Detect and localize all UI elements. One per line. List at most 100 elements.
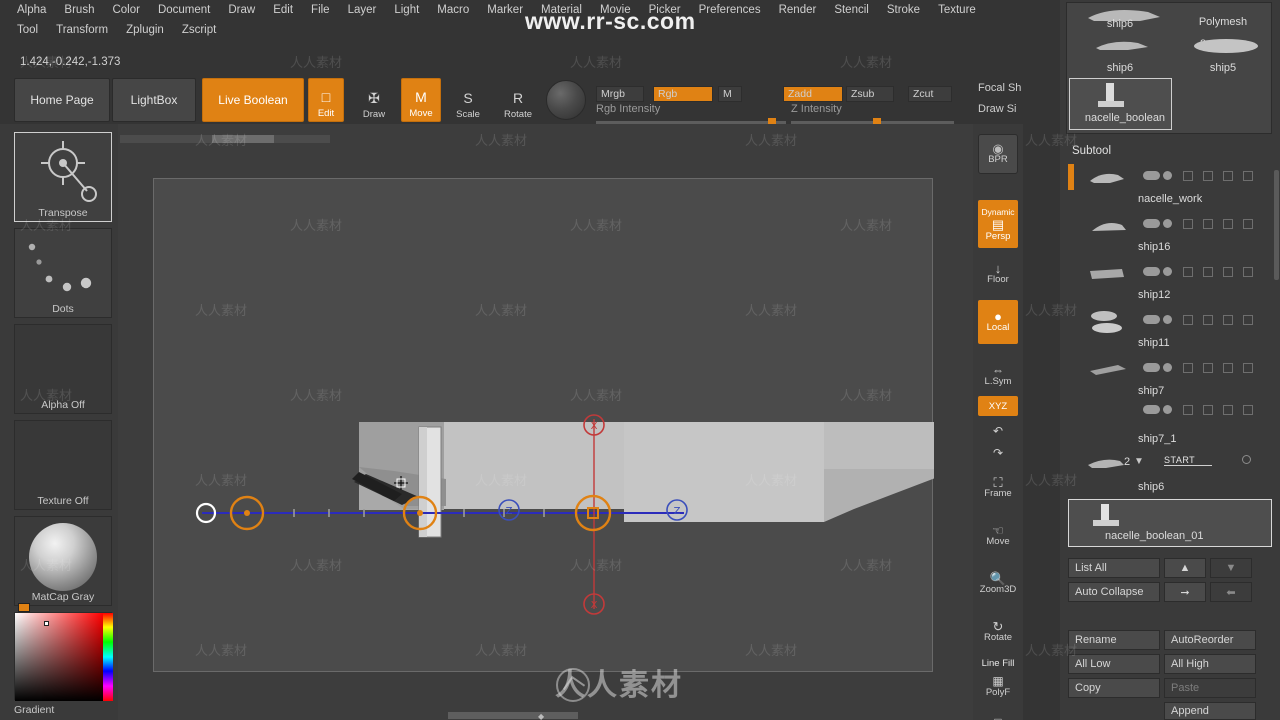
home-page-button[interactable]: Home Page — [14, 78, 110, 122]
subtool-option-a-icon[interactable] — [1183, 219, 1193, 229]
auto-reorder-button[interactable]: AutoReorder — [1164, 630, 1256, 650]
subtool-option-a-icon[interactable] — [1183, 405, 1193, 415]
stroke-slot[interactable]: Dots — [14, 228, 112, 318]
tool-slot-ship5[interactable] — [1173, 36, 1273, 64]
menu-item-preferences[interactable]: Preferences — [690, 2, 770, 18]
dynamic-persp-button[interactable]: Dynamic ▤ Persp — [978, 200, 1018, 248]
list-all-button[interactable]: List All — [1068, 558, 1160, 578]
lsym-button[interactable]: ⇔ L.Sym — [978, 356, 1018, 396]
zcut-button[interactable]: Zcut — [908, 86, 952, 102]
subtool-row-nacelle-work[interactable]: nacelle_work — [1068, 163, 1272, 211]
subtool-option-d-icon[interactable] — [1243, 405, 1253, 415]
menu-item-color[interactable]: Color — [103, 2, 148, 18]
subtool-row-nacelle-boolean-01[interactable]: nacelle_boolean_01 — [1068, 499, 1272, 547]
subtool-eye-toggle[interactable] — [1163, 405, 1172, 414]
menu-item-tool[interactable]: Tool — [8, 22, 47, 38]
subtool-option-c-icon[interactable] — [1223, 219, 1233, 229]
rename-button[interactable]: Rename — [1068, 630, 1160, 650]
subtool-option-c-icon[interactable] — [1223, 315, 1233, 325]
zsub-button[interactable]: Zsub — [846, 86, 894, 102]
subtool-chevron-down-icon[interactable]: ▼ — [1134, 456, 1144, 467]
transpose-brush-slot[interactable]: Transpose — [14, 132, 112, 222]
menu-item-file[interactable]: File — [302, 2, 339, 18]
subtool-visibility-toggle[interactable] — [1143, 219, 1160, 228]
subtool-row-ship7[interactable]: ship7 — [1068, 355, 1272, 403]
edit-button[interactable]: □ Edit — [308, 78, 344, 122]
rotate-view-button[interactable]: ↻ Rotate — [978, 612, 1018, 652]
subtool-row-ship7-1[interactable]: ship7_1 — [1068, 403, 1272, 451]
material-sphere-button[interactable] — [546, 80, 586, 120]
merge-right-button[interactable]: ➞ — [1164, 582, 1206, 602]
rotate-button[interactable]: R Rotate — [498, 78, 538, 122]
canvas-area[interactable]: Z Z X X — [118, 124, 973, 712]
menu-item-texture[interactable]: Texture — [929, 2, 985, 18]
menu-item-marker[interactable]: Marker — [478, 2, 532, 18]
frame-button[interactable]: ⛶ Frame — [978, 468, 1018, 508]
color-picker[interactable] — [14, 603, 113, 701]
move-view-button[interactable]: ☜ Move — [978, 516, 1018, 556]
move-button[interactable]: M Move — [401, 78, 441, 122]
subtool-eye-toggle[interactable] — [1163, 267, 1172, 276]
auto-collapse-button[interactable]: Auto Collapse — [1068, 582, 1160, 602]
all-high-button[interactable]: All High — [1164, 654, 1256, 674]
subtool-visibility-toggle[interactable] — [1143, 171, 1160, 180]
subtool-option-b-icon[interactable] — [1203, 315, 1213, 325]
split-left-button[interactable]: ⬅ — [1210, 582, 1252, 602]
append-button[interactable]: Append — [1164, 702, 1256, 720]
subtool-option-c-icon[interactable] — [1223, 363, 1233, 373]
rotate-ccw-button[interactable]: ↶ — [978, 422, 1018, 440]
menu-item-zplugin[interactable]: Zplugin — [117, 22, 173, 38]
subtool-option-a-icon[interactable] — [1183, 315, 1193, 325]
menu-item-light[interactable]: Light — [385, 2, 428, 18]
scale-button[interactable]: S Scale — [448, 78, 488, 122]
subtool-option-c-icon[interactable] — [1223, 405, 1233, 415]
material-slot[interactable]: MatCap Gray — [14, 516, 112, 606]
subtool-eye-toggle[interactable] — [1163, 363, 1172, 372]
m-button[interactable]: M — [718, 86, 742, 102]
alpha-slot[interactable]: Alpha Off — [14, 324, 112, 414]
subtool-eye-toggle[interactable] — [1163, 171, 1172, 180]
subtool-row-ship16[interactable]: ship16 — [1068, 211, 1272, 259]
subtool-row-ship11[interactable]: ship11 — [1068, 307, 1272, 355]
subtool-row-ship6[interactable]: 2 ▼ START ship6 — [1068, 451, 1272, 499]
rotate-cw-button[interactable]: ↷ — [978, 444, 1018, 462]
xyz-button[interactable]: XYZ — [978, 396, 1018, 416]
live-boolean-button[interactable]: Live Boolean — [202, 78, 304, 122]
subtool-visibility-toggle[interactable] — [1143, 315, 1160, 324]
current-color-swatch[interactable] — [18, 603, 30, 612]
subtool-option-b-icon[interactable] — [1203, 171, 1213, 181]
menu-item-macro[interactable]: Macro — [428, 2, 478, 18]
menu-item-zscript[interactable]: Zscript — [173, 22, 226, 38]
subtool-row-ship12[interactable]: ship12 — [1068, 259, 1272, 307]
subtool-option-d-icon[interactable] — [1243, 219, 1253, 229]
zoom3d-button[interactable]: 🔍 Zoom3D — [978, 564, 1018, 604]
subtool-eye-toggle[interactable] — [1242, 455, 1251, 464]
subtool-option-c-icon[interactable] — [1223, 267, 1233, 277]
hue-strip[interactable] — [103, 613, 113, 701]
subtool-option-d-icon[interactable] — [1243, 267, 1253, 277]
subtool-visibility-toggle[interactable] — [1143, 405, 1160, 414]
rgb-button[interactable]: Rgb — [653, 86, 713, 102]
subtool-option-a-icon[interactable] — [1183, 171, 1193, 181]
extra-strip-button[interactable]: □ — [978, 712, 1018, 720]
document-viewport[interactable]: Z Z X X — [153, 178, 934, 672]
texture-slot[interactable]: Texture Off — [14, 420, 112, 510]
floor-button[interactable]: ↓ Floor — [978, 254, 1018, 294]
lightbox-button[interactable]: LightBox — [112, 78, 196, 122]
subtool-visibility-toggle[interactable] — [1143, 363, 1160, 372]
menu-item-layer[interactable]: Layer — [339, 2, 386, 18]
menu-item-brush[interactable]: Brush — [55, 2, 103, 18]
subtool-option-d-icon[interactable] — [1243, 315, 1253, 325]
canvas-hscroll-thumb[interactable] — [448, 712, 578, 719]
move-down-button[interactable]: ▼ — [1210, 558, 1252, 578]
menu-item-edit[interactable]: Edit — [264, 2, 302, 18]
subtool-eye-toggle[interactable] — [1163, 315, 1172, 324]
subtool-scrollbar[interactable] — [1274, 170, 1279, 280]
menu-item-render[interactable]: Render — [770, 2, 826, 18]
subtool-option-d-icon[interactable] — [1243, 171, 1253, 181]
paste-button[interactable]: Paste — [1164, 678, 1256, 698]
zadd-button[interactable]: Zadd — [783, 86, 843, 102]
subtool-option-b-icon[interactable] — [1203, 363, 1213, 373]
menu-item-transform[interactable]: Transform — [47, 22, 117, 38]
subtool-option-c-icon[interactable] — [1223, 171, 1233, 181]
